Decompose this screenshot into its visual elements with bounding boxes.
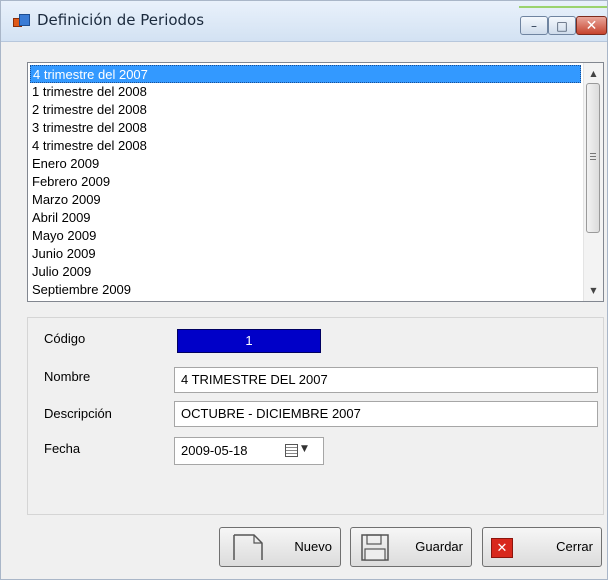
maximize-icon: □: [556, 18, 568, 33]
new-document-icon: [233, 534, 263, 560]
list-item[interactable]: Septiembre 2009: [30, 281, 131, 299]
cerrar-button[interactable]: ✕ Cerrar: [482, 527, 602, 567]
list-item[interactable]: Marzo 2009: [30, 191, 101, 209]
nombre-label: Nombre: [44, 369, 91, 384]
guardar-label: Guardar: [415, 539, 463, 554]
nombre-field[interactable]: 4 TRIMESTRE DEL 2007: [174, 367, 598, 393]
descripcion-field[interactable]: OCTUBRE - DICIEMBRE 2007: [174, 401, 598, 427]
title-accent: [519, 6, 607, 8]
list-item[interactable]: Febrero 2009: [30, 173, 110, 191]
calendar-icon[interactable]: [285, 444, 298, 457]
fecha-value: 2009-05-18: [181, 443, 248, 458]
minimize-icon: –: [531, 18, 537, 33]
list-item[interactable]: Julio 2009: [30, 263, 91, 281]
save-icon: [361, 534, 389, 561]
list-item[interactable]: Junio 2009: [30, 245, 96, 263]
list-scrollbar[interactable]: ▲ ▼: [583, 63, 603, 301]
descripcion-label: Descripción: [44, 406, 112, 421]
close-icon: ✕: [585, 17, 598, 34]
guardar-button[interactable]: Guardar: [350, 527, 472, 567]
app-icon: [13, 14, 30, 30]
list-item[interactable]: 1 trimestre del 2008: [30, 83, 147, 101]
nuevo-label: Nuevo: [294, 539, 332, 554]
list-item[interactable]: 4 trimestre del 2007: [30, 65, 581, 83]
list-item[interactable]: Mayo 2009: [30, 227, 96, 245]
close-x-icon: ✕: [491, 538, 513, 558]
title-bar[interactable]: Definición de Periodos – □ ✕: [1, 1, 607, 42]
minimize-button[interactable]: –: [520, 16, 548, 35]
scroll-thumb[interactable]: [586, 83, 600, 233]
codigo-value: 1: [177, 329, 321, 353]
list-item[interactable]: 3 trimestre del 2008: [30, 119, 147, 137]
window-title: Definición de Periodos: [37, 11, 205, 29]
list-item[interactable]: Enero 2009: [30, 155, 99, 173]
list-item[interactable]: 4 trimestre del 2008: [30, 137, 147, 155]
list-item[interactable]: Abril 2009: [30, 209, 91, 227]
fecha-label: Fecha: [44, 441, 81, 456]
cerrar-label: Cerrar: [556, 539, 593, 554]
maximize-button[interactable]: □: [548, 16, 576, 35]
scroll-down-icon[interactable]: ▼: [584, 282, 603, 299]
periods-window: Definición de Periodos – □ ✕ 4 trimestre…: [0, 0, 608, 580]
nuevo-button[interactable]: Nuevo: [219, 527, 341, 567]
periods-listbox[interactable]: 4 trimestre del 2007 1 trimestre del 200…: [27, 62, 604, 302]
close-window-button[interactable]: ✕: [576, 16, 607, 35]
fecha-datepicker[interactable]: 2009-05-18 ▼: [174, 437, 324, 465]
scroll-up-icon[interactable]: ▲: [584, 65, 603, 82]
list-item[interactable]: 2 trimestre del 2008: [30, 101, 147, 119]
codigo-label: Código: [44, 331, 86, 346]
chevron-down-icon[interactable]: ▼: [301, 444, 308, 454]
